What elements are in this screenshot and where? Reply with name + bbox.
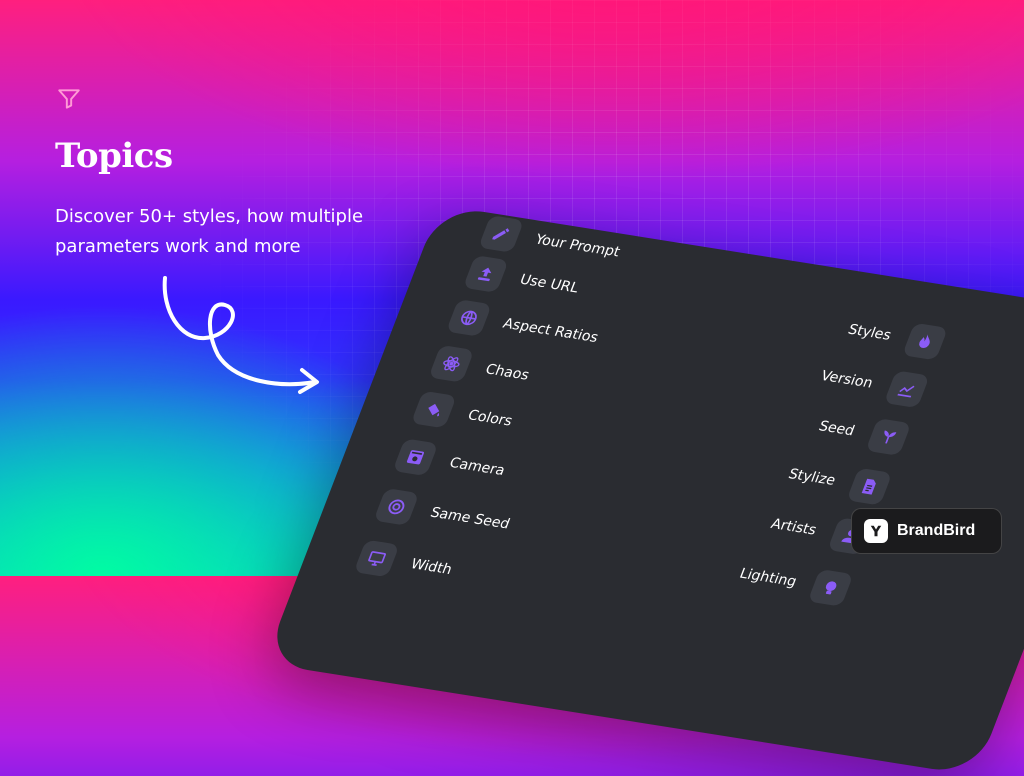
target-icon [373,488,420,526]
upload-icon [462,255,509,293]
topic-item-camera[interactable]: Camera [392,438,510,487]
fire-icon [902,322,949,361]
topic-item-seed[interactable]: Seed [813,410,912,456]
topic-item-version[interactable]: Version [815,360,930,409]
atom-icon [428,344,475,383]
globe-icon [445,299,492,337]
filter-icon [58,89,80,109]
topic-item-same-seed[interactable]: Same Seed [373,488,515,541]
brandbird-logo-icon [864,519,888,543]
page-title: Topics [55,136,173,176]
paint-bucket-icon [410,390,457,429]
bulb-icon [807,568,854,607]
document-icon [846,467,893,506]
camera-icon [392,438,439,477]
line-chart-icon [883,370,930,409]
topic-item-width[interactable]: Width [353,539,458,587]
topic-item-lighting[interactable]: Lighting [734,557,854,607]
topic-item-stylize[interactable]: Stylize [783,458,893,506]
monitor-icon [353,539,400,578]
topic-item-use-url[interactable]: Use URL [462,255,584,305]
sprout-icon [865,418,912,456]
brand-name: BrandBird [897,522,976,539]
page-subtitle: Discover 50+ styles, how multiple parame… [55,206,364,257]
topic-item-colors[interactable]: Colors [410,390,518,438]
curly-arrow-icon [162,276,319,394]
brandbird-badge[interactable]: BrandBird [851,508,1002,554]
topic-item-styles[interactable]: Styles [842,313,949,361]
topic-item-aspect-ratios[interactable]: Aspect Ratios [445,299,604,354]
edit-icon [478,215,525,253]
topic-item-chaos[interactable]: Chaos [428,344,534,392]
